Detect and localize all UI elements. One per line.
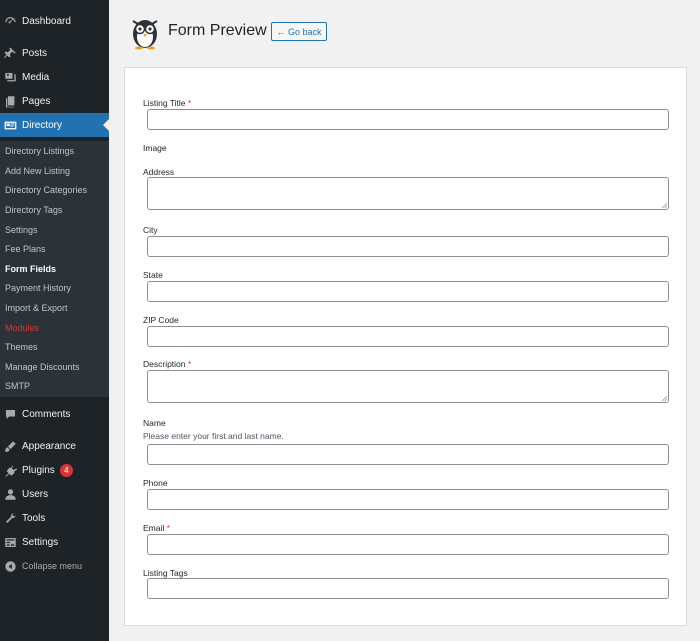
submenu-fee-plans[interactable]: Fee Plans bbox=[5, 244, 46, 254]
menu-label: Dashboard bbox=[22, 15, 71, 27]
field-label-image: Image bbox=[143, 143, 167, 153]
menu-settings[interactable]: Settings bbox=[0, 530, 109, 554]
menu-tools[interactable]: Tools bbox=[0, 506, 109, 530]
listing-tags-input[interactable] bbox=[147, 578, 669, 599]
field-description-name: Please enter your first and last name. bbox=[143, 431, 284, 441]
required-marker: * bbox=[187, 98, 192, 108]
plugins-update-count: 4 bbox=[59, 463, 73, 477]
listing-title-input[interactable] bbox=[147, 109, 669, 130]
field-label-phone: Phone bbox=[143, 478, 168, 488]
field-label-description: Description * bbox=[143, 359, 192, 369]
menu-comments[interactable]: Comments bbox=[0, 402, 109, 426]
active-arrow bbox=[103, 119, 109, 131]
submenu-import-export[interactable]: Import & Export bbox=[5, 303, 68, 313]
phone-input[interactable] bbox=[147, 489, 669, 510]
appearance-icon bbox=[3, 439, 17, 453]
zip-code-input[interactable] bbox=[147, 326, 669, 347]
city-input[interactable] bbox=[147, 236, 669, 257]
menu-label: Pages bbox=[22, 95, 51, 107]
field-label-listing-title: Listing Title * bbox=[143, 98, 192, 108]
menu-directory[interactable]: Directory bbox=[0, 113, 109, 137]
submenu-modules[interactable]: Modules bbox=[5, 323, 39, 333]
menu-label: Tools bbox=[22, 512, 46, 524]
submenu-payment-history[interactable]: Payment History bbox=[5, 283, 71, 293]
plugin-logo bbox=[130, 14, 160, 50]
pin-icon bbox=[3, 46, 17, 60]
collapse-icon bbox=[3, 559, 17, 573]
menu-label: Plugins bbox=[22, 464, 55, 476]
menu-dashboard[interactable]: Dashboard bbox=[0, 9, 109, 33]
field-label-email: Email * bbox=[143, 523, 170, 533]
required-marker: * bbox=[187, 359, 192, 369]
collapse-menu-label: Collapse menu bbox=[22, 561, 83, 571]
settings-icon bbox=[3, 535, 17, 549]
plugins-icon bbox=[3, 463, 17, 477]
submenu-form-fields[interactable]: Form Fields bbox=[5, 264, 56, 274]
field-label-listing-tags: Listing Tags bbox=[143, 568, 188, 578]
menu-posts[interactable]: Posts bbox=[0, 41, 109, 65]
menu-plugins[interactable]: Plugins 4 bbox=[0, 458, 109, 482]
field-label-address: Address bbox=[143, 167, 175, 177]
tools-icon bbox=[3, 511, 17, 525]
collapse-menu-button[interactable]: Collapse menu bbox=[0, 554, 109, 578]
users-icon bbox=[3, 487, 17, 501]
admin-sidebar: Dashboard Posts Media Pages Directory Di… bbox=[0, 0, 109, 641]
menu-label: Users bbox=[22, 488, 49, 500]
email-input[interactable] bbox=[147, 534, 669, 555]
required-marker: * bbox=[166, 523, 170, 533]
description-textarea[interactable] bbox=[147, 370, 669, 403]
field-label-zip-code: ZIP Code bbox=[143, 315, 179, 325]
field-label-city: City bbox=[143, 225, 158, 235]
name-input[interactable] bbox=[147, 444, 669, 465]
menu-users[interactable]: Users bbox=[0, 482, 109, 506]
submenu-smtp[interactable]: SMTP bbox=[5, 381, 30, 391]
menu-appearance[interactable]: Appearance bbox=[0, 434, 109, 458]
page-title: Form Preview bbox=[168, 22, 267, 39]
go-back-button[interactable]: ← Go back bbox=[271, 22, 327, 41]
menu-label: Comments bbox=[22, 408, 71, 420]
menu-media[interactable]: Media bbox=[0, 65, 109, 89]
media-icon bbox=[3, 70, 17, 84]
menu-label: Directory bbox=[22, 119, 63, 131]
menu-label: Media bbox=[22, 71, 50, 83]
menu-label: Appearance bbox=[22, 440, 76, 452]
submenu-settings[interactable]: Settings bbox=[5, 225, 38, 235]
submenu-add-new-listing[interactable]: Add New Listing bbox=[5, 166, 70, 176]
pages-icon bbox=[3, 94, 17, 108]
submenu-manage-discounts[interactable]: Manage Discounts bbox=[5, 362, 80, 372]
submenu-themes[interactable]: Themes bbox=[5, 342, 38, 352]
state-input[interactable] bbox=[147, 281, 669, 302]
dashboard-icon bbox=[3, 14, 17, 28]
field-label-name: Name bbox=[143, 418, 166, 428]
comments-icon bbox=[3, 407, 17, 421]
directory-icon bbox=[3, 118, 17, 132]
menu-label: Posts bbox=[22, 47, 48, 59]
field-label-state: State bbox=[143, 270, 163, 280]
address-textarea[interactable] bbox=[147, 177, 669, 210]
submenu-directory-tags[interactable]: Directory Tags bbox=[5, 205, 62, 215]
submenu-directory-listings[interactable]: Directory Listings bbox=[5, 146, 74, 156]
submenu-directory-categories[interactable]: Directory Categories bbox=[5, 185, 87, 195]
menu-label: Settings bbox=[22, 536, 59, 548]
menu-pages[interactable]: Pages bbox=[0, 89, 109, 113]
